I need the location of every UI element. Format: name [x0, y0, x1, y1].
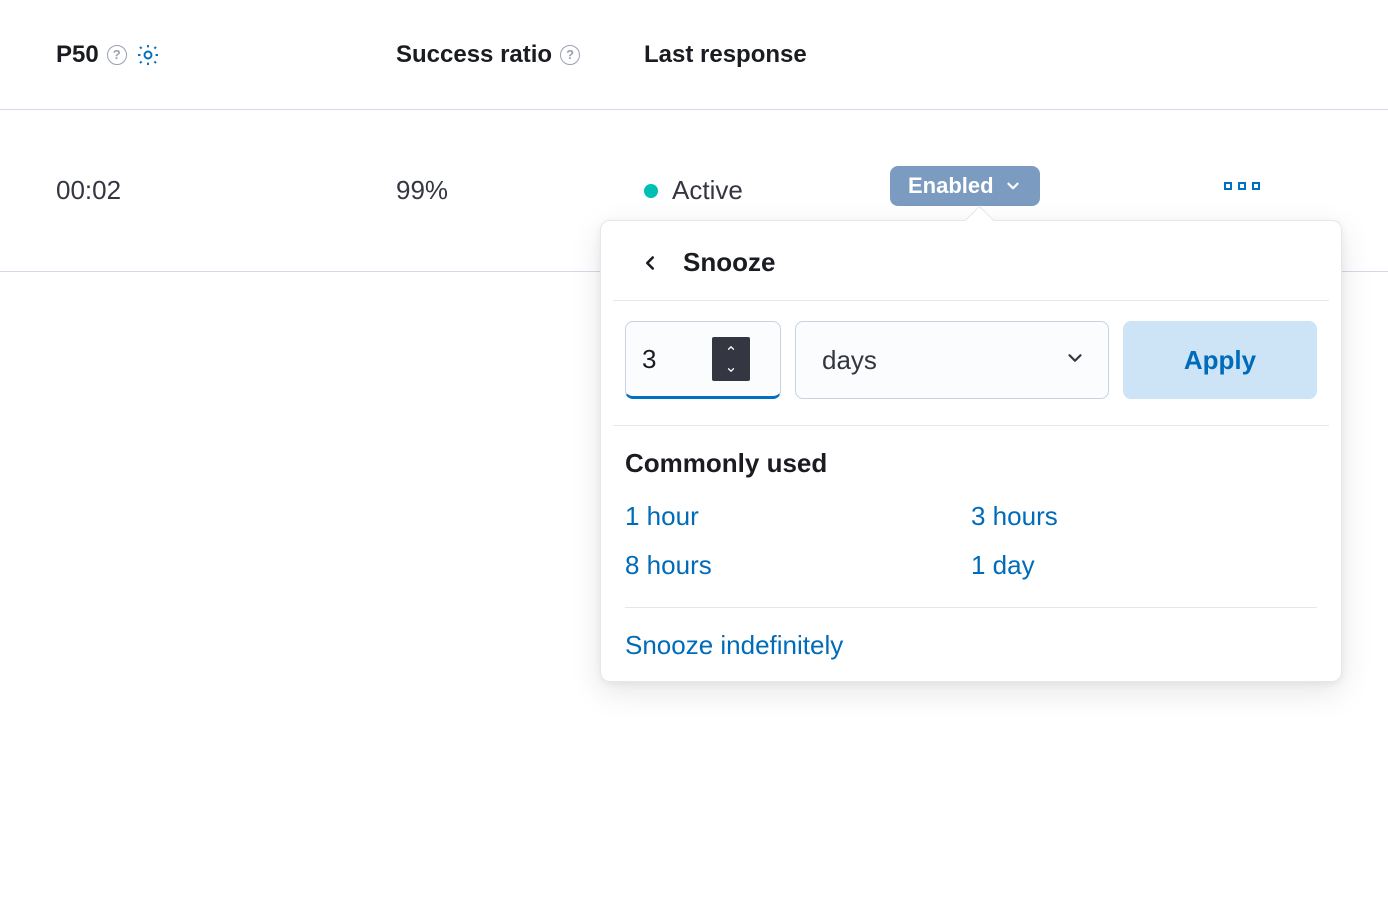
square-icon [1224, 182, 1232, 190]
back-button[interactable] [635, 248, 665, 278]
stepper-up-icon[interactable] [712, 337, 750, 359]
commonly-used-grid: 1 hour 3 hours 8 hours 1 day [625, 501, 1317, 608]
common-option-8-hours[interactable]: 8 hours [625, 550, 712, 581]
quantity-stepper[interactable] [712, 337, 750, 381]
last-response-status: Active [672, 175, 743, 206]
column-header-success-ratio-label: Success ratio [396, 41, 552, 69]
cell-p50: 00:02 [56, 175, 396, 206]
unit-select[interactable]: days [795, 321, 1109, 399]
help-icon[interactable]: ? [107, 45, 127, 65]
column-header-p50[interactable]: P50 ? [56, 41, 396, 69]
column-header-last-response-label: Last response [644, 41, 807, 69]
commonly-used-section: Commonly used 1 hour 3 hours 8 hours 1 d… [601, 426, 1341, 661]
stepper-down-icon[interactable] [712, 359, 750, 381]
snooze-indefinitely-link[interactable]: Snooze indefinitely [625, 608, 843, 661]
snooze-popover: Snooze days Apply Commonly used [600, 220, 1342, 682]
duration-input[interactable] [642, 344, 702, 375]
column-header-p50-label: P50 [56, 41, 99, 69]
table-header-row: P50 ? Success ratio ? Last response [0, 0, 1388, 110]
commonly-used-label: Commonly used [625, 448, 1317, 479]
square-icon [1238, 182, 1246, 190]
square-icon [1252, 182, 1260, 190]
popover-header: Snooze [613, 221, 1329, 301]
common-option-3-hours[interactable]: 3 hours [971, 501, 1058, 532]
column-header-last-response[interactable]: Last response [644, 41, 904, 69]
enabled-dropdown[interactable]: Enabled [890, 166, 1040, 206]
more-actions-button[interactable] [1224, 182, 1260, 190]
status-dot-icon [644, 184, 658, 198]
enabled-label: Enabled [908, 173, 994, 199]
popover-controls: days Apply [613, 301, 1329, 426]
duration-input-wrapper[interactable] [625, 321, 781, 399]
cell-last-response: Active [644, 175, 904, 206]
apply-button-label: Apply [1184, 345, 1256, 376]
common-option-1-day[interactable]: 1 day [971, 550, 1035, 581]
gear-icon[interactable] [135, 42, 161, 68]
popover-title: Snooze [683, 247, 775, 278]
chevron-down-icon [1064, 345, 1086, 376]
cell-success-ratio: 99% [396, 175, 644, 206]
common-option-1-hour[interactable]: 1 hour [625, 501, 699, 532]
column-header-success-ratio[interactable]: Success ratio ? [396, 41, 644, 69]
unit-select-value: days [822, 345, 877, 376]
chevron-down-icon [1004, 177, 1022, 195]
apply-button[interactable]: Apply [1123, 321, 1317, 399]
help-icon[interactable]: ? [560, 45, 580, 65]
